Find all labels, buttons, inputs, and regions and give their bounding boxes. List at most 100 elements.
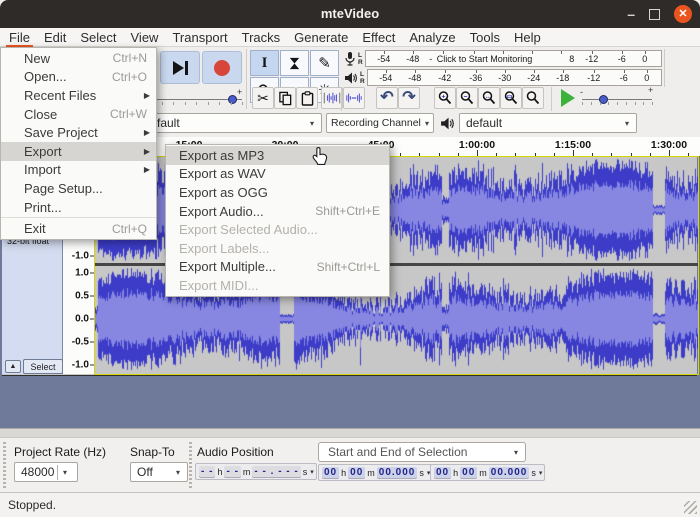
envelope-tool-button[interactable] <box>280 50 309 76</box>
time-digits[interactable]: 00 <box>460 467 478 478</box>
menu-item-label: Export MIDI... <box>179 277 259 293</box>
undo-button[interactable]: ↶ <box>376 87 398 109</box>
file-menu-item-open[interactable]: Open... Ctrl+O <box>1 68 156 87</box>
export-menu-item-export-as-mp3[interactable]: Export as MP3 <box>166 146 389 165</box>
selection-tool-button[interactable]: I <box>250 50 279 76</box>
selection-mode-combo[interactable]: Start and End of Selection ▾ <box>318 442 526 462</box>
time-digits[interactable]: - - . - - - <box>252 466 301 477</box>
time-digits[interactable]: - - <box>224 466 241 477</box>
zoom-out-button[interactable]: − <box>456 87 478 109</box>
slider-tick <box>162 102 163 105</box>
file-menu-item-exit[interactable]: Exit Ctrl+Q <box>1 219 156 238</box>
meter-db-label: -12 <box>587 73 601 83</box>
cut-button[interactable]: ✂ <box>252 87 274 109</box>
collapse-track-button[interactable]: ▲ <box>5 360 21 373</box>
zoom-selection-button[interactable]: ↔ <box>478 87 500 109</box>
export-menu-item-export-multiple[interactable]: Export Multiple... Shift+Ctrl+L <box>166 258 389 277</box>
title-bar[interactable]: mteVideo – ✕ <box>0 0 700 28</box>
track-select-button[interactable]: Select <box>23 359 63 374</box>
play-speed-slider[interactable] <box>582 99 652 100</box>
audio-host-combo[interactable]: fault ▾ <box>150 113 322 133</box>
slider-tick <box>219 102 220 105</box>
silence-audio-icon <box>346 93 362 103</box>
audio-position-field[interactable]: - -h- -m- - . - - - s ▾ <box>195 463 317 480</box>
monitoring-overlay-text[interactable]: Click to Start Monitoring <box>437 54 533 64</box>
chevron-down-icon[interactable]: ▾ <box>310 468 314 476</box>
toolbar-grip[interactable] <box>189 442 192 488</box>
resize-grip-icon[interactable] <box>684 501 697 514</box>
submenu-arrow-icon: ▶ <box>143 165 150 175</box>
meter-tick <box>414 70 416 73</box>
time-digits[interactable]: - - <box>199 466 216 477</box>
magnifier-icon: ↔ <box>482 91 496 105</box>
recording-volume-thumb[interactable] <box>228 95 237 104</box>
menubar-item-select[interactable]: Select <box>73 28 123 47</box>
chevron-down-icon[interactable]: ▾ <box>539 469 543 477</box>
file-menu-item-print[interactable]: Print... <box>1 198 156 217</box>
menu-item-shortcut: Shift+Ctrl+E <box>315 204 380 219</box>
menubar-item-effect[interactable]: Effect <box>355 28 402 47</box>
redo-button[interactable]: ↷ <box>398 87 420 109</box>
horizontal-scrollbar[interactable] <box>0 428 700 437</box>
time-digits[interactable]: 00 <box>322 467 340 478</box>
recording-meter-scale[interactable]: -54 -48- 8 -12 -6 0 Click to Start Monitoring <box>364 50 662 67</box>
menubar-item-edit[interactable]: Edit <box>37 28 73 47</box>
file-menu-item-import[interactable]: Import ▶ <box>1 161 156 180</box>
menubar-item-generate[interactable]: Generate <box>287 28 355 47</box>
recording-meter[interactable]: LR -54 -48- 8 -12 -6 0 Click to Start Monitori… <box>344 49 662 68</box>
time-digits[interactable]: 00 <box>348 467 366 478</box>
file-menu-item-close[interactable]: Close Ctrl+W <box>1 105 156 124</box>
menubar-item-tools[interactable]: Tools <box>463 28 507 47</box>
file-menu-item-recent-files[interactable]: Recent Files ▶ <box>1 86 156 105</box>
project-rate-combo[interactable]: 48000 ▾ <box>14 462 78 482</box>
menubar-item-help[interactable]: Help <box>507 28 548 47</box>
recording-channels-combo[interactable]: Recording Channels ▾ <box>326 113 434 133</box>
playback-meter-scale[interactable]: -54 -48 -42 -36 -30 -24 -18 -12 -6 0 <box>366 69 662 86</box>
maximize-button[interactable] <box>649 8 660 20</box>
time-digits[interactable]: 00 <box>434 467 452 478</box>
zoom-in-button[interactable]: + <box>434 87 456 109</box>
file-menu-item-new[interactable]: New Ctrl+N <box>1 49 156 68</box>
zoom-toggle-button[interactable] <box>522 87 544 109</box>
menubar-item-analyze[interactable]: Analyze <box>402 28 462 47</box>
file-menu-item-save-project[interactable]: Save Project ▶ <box>1 123 156 142</box>
zoom-fit-button[interactable]: ▭ <box>500 87 522 109</box>
slider-tick <box>643 102 644 105</box>
menu-item-label: Print... <box>24 199 62 215</box>
trim-audio-button[interactable] <box>321 87 343 109</box>
time-digits[interactable]: 00.000 <box>376 467 418 478</box>
snap-to-combo[interactable]: Off ▾ <box>130 462 188 482</box>
export-menu-item-export-as-wav[interactable]: Export as WAV <box>166 165 389 184</box>
selection-start-field[interactable]: 00 h 00 m 00.000 s ▾ <box>318 464 434 481</box>
meter-tick <box>644 51 646 54</box>
toolbar-grip[interactable] <box>3 442 6 488</box>
file-menu-item-page-setup[interactable]: Page Setup... <box>1 179 156 198</box>
menubar-item-tracks[interactable]: Tracks <box>235 28 288 47</box>
playback-device-combo[interactable]: default ▾ <box>459 113 637 133</box>
minimize-button[interactable]: – <box>627 5 635 23</box>
playback-meter[interactable]: LR -54 -48 -42 -36 -30 -24 -18 -12 -6 0 <box>344 68 662 87</box>
paste-button[interactable] <box>296 87 318 109</box>
time-digits[interactable]: 00.000 <box>488 467 530 478</box>
menu-item-shortcut: Ctrl+Q <box>111 221 147 236</box>
file-menu-item-export[interactable]: Export ▶ <box>1 141 156 161</box>
menubar-item-file[interactable]: File <box>2 28 37 47</box>
menubar-item-view[interactable]: View <box>124 28 166 47</box>
skip-to-end-button[interactable] <box>160 51 200 84</box>
draw-tool-button[interactable]: ✎ <box>310 50 339 76</box>
menu-item-label: Export <box>24 143 62 159</box>
export-menu-item-export-audio[interactable]: Export Audio... Shift+Ctrl+E <box>166 202 389 221</box>
microphone-icon <box>345 51 355 66</box>
silence-audio-button[interactable] <box>343 87 365 109</box>
close-button[interactable]: ✕ <box>674 5 692 23</box>
selection-end-field[interactable]: 00 h 00 m 00.000 s ▾ <box>430 464 546 481</box>
copy-button[interactable] <box>274 87 296 109</box>
slider-tick <box>196 102 197 105</box>
play-at-speed-button[interactable] <box>556 88 580 108</box>
selection-tool-icon: I <box>261 54 268 71</box>
ruler-tick <box>515 153 516 156</box>
record-button[interactable] <box>202 51 242 84</box>
export-menu-item-export-as-ogg[interactable]: Export as OGG <box>166 183 389 202</box>
menu-separator <box>1 217 156 219</box>
menubar-item-transport[interactable]: Transport <box>165 28 234 47</box>
